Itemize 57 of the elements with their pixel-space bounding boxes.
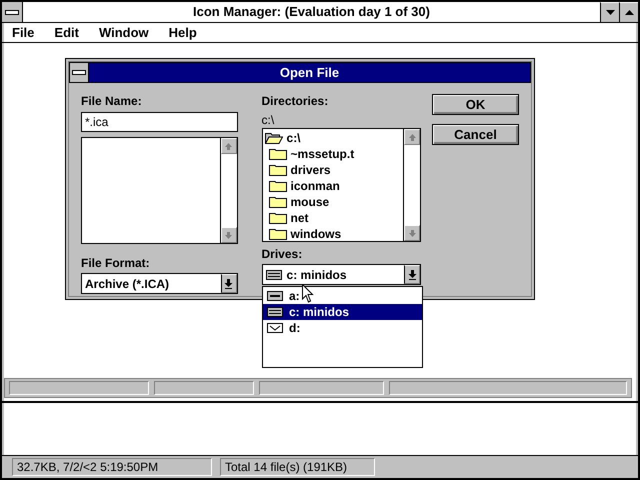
- field-label: Drives:: [262, 246, 304, 262]
- folder-icon: [268, 228, 287, 240]
- system-menu-button[interactable]: [2, 2, 23, 22]
- file-format-dropdown[interactable]: Archive (*.ICA): [81, 273, 238, 294]
- drive-option[interactable]: c: minidos: [263, 304, 422, 320]
- directory-item[interactable]: ~mssetup.t: [268, 146, 401, 162]
- dropdown-button[interactable]: [404, 265, 420, 284]
- field-label: File Name:: [81, 93, 143, 109]
- status-text: Total 14 file(s) (191KB): [220, 458, 375, 476]
- field-label: Directories:: [262, 93, 330, 109]
- file-name-field[interactable]: *.ica: [81, 112, 238, 132]
- directory-item[interactable]: windows: [268, 226, 401, 242]
- drive-option[interactable]: d:: [263, 320, 422, 336]
- folder-icon: [268, 180, 287, 192]
- directory-item[interactable]: drivers: [268, 162, 401, 178]
- dialog-button[interactable]: Cancel: [432, 124, 519, 145]
- status-text: 32.7KB, 7/2/<2 5:19:50PM: [12, 458, 212, 476]
- hard-drive-icon: [266, 270, 282, 280]
- cd-drive-icon: [267, 323, 283, 333]
- menu-item[interactable]: Edit: [48, 23, 85, 42]
- up-arrow-icon: [408, 132, 416, 142]
- down-arrow-icon: [408, 270, 416, 280]
- directory-item[interactable]: iconman: [268, 178, 401, 194]
- directory-item[interactable]: net: [268, 210, 401, 226]
- down-arrow-icon: [224, 230, 234, 240]
- drives-dropdown[interactable]: c: minidos: [262, 264, 421, 285]
- drive-option[interactable]: a:: [263, 288, 422, 304]
- menu-item[interactable]: Help: [162, 23, 203, 42]
- floppy-drive-icon: [267, 291, 283, 301]
- directory-item[interactable]: c:\: [264, 130, 401, 146]
- down-arrow-icon: [408, 228, 416, 238]
- folder-icon: [268, 212, 287, 224]
- file-list[interactable]: [81, 137, 238, 244]
- up-arrow-icon: [224, 142, 234, 150]
- hard-drive-icon: [267, 307, 283, 317]
- folder-icon: [268, 148, 287, 160]
- field-label: File Format:: [81, 255, 151, 271]
- current-directory: c:\: [262, 112, 276, 128]
- minimize-button[interactable]: [600, 2, 619, 22]
- menu-item[interactable]: Window: [92, 23, 155, 42]
- down-triangle-icon: [606, 10, 614, 16]
- directory-item[interactable]: mouse: [268, 194, 401, 210]
- maximize-button[interactable]: [619, 2, 638, 22]
- folder-icon: [268, 164, 287, 176]
- folder-icon: [268, 196, 287, 208]
- directory-list[interactable]: c:\ ~mssetup.t drivers iconman mouse net windows: [262, 128, 421, 242]
- down-arrow-icon: [224, 278, 234, 288]
- menu-item[interactable]: File: [6, 23, 40, 42]
- scroll-down-button[interactable]: [220, 227, 237, 243]
- open-folder-icon: [264, 132, 283, 144]
- dialog-button[interactable]: OK: [432, 94, 519, 115]
- scroll-up-button[interactable]: [220, 138, 237, 154]
- dialog-title: Open File: [278, 64, 340, 82]
- window-title: Icon Manager: (Evaluation day 1 of 30): [192, 3, 431, 21]
- up-triangle-icon: [624, 10, 634, 16]
- dropdown-button[interactable]: [220, 274, 237, 293]
- system-menu-button[interactable]: [70, 63, 89, 82]
